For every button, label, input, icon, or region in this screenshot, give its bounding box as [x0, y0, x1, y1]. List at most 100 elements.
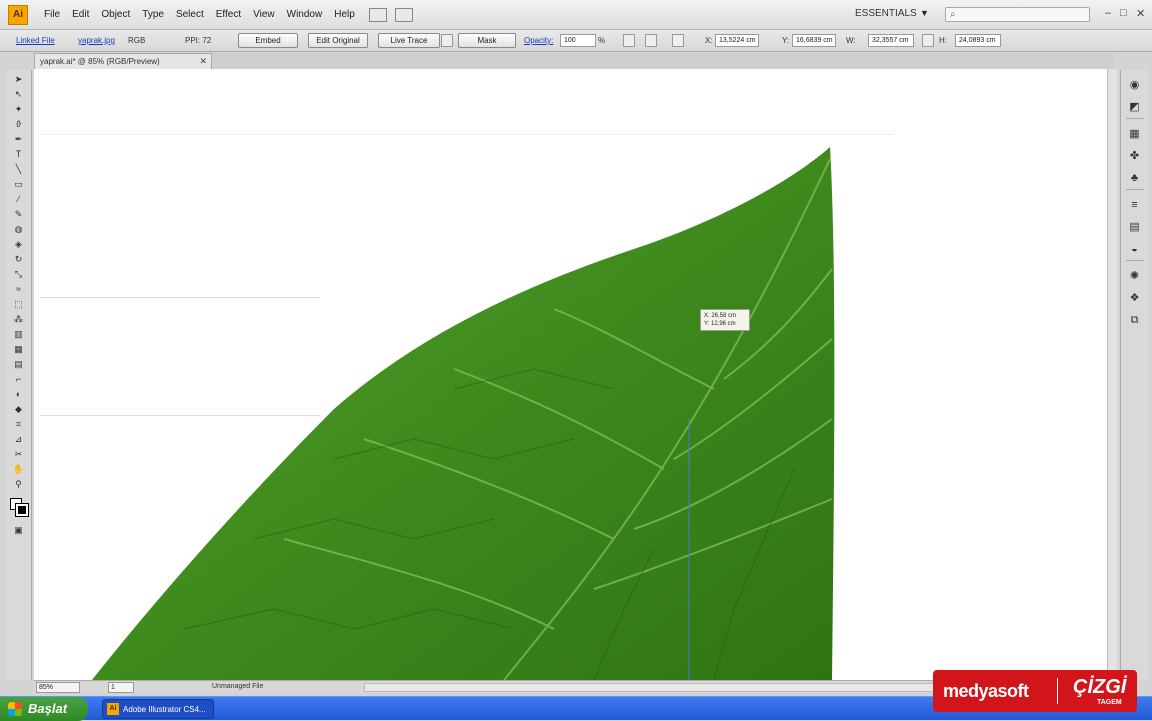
- vertical-scrollbar[interactable]: [1107, 69, 1117, 680]
- align-icon[interactable]: [623, 34, 635, 47]
- chevron-down-icon[interactable]: ▼: [920, 8, 929, 18]
- document-tab[interactable]: yaprak.ai* @ 85% (RGB/Preview) ✕: [34, 53, 212, 69]
- panel-dock: ◉ ◩ ▦ ✤ ♣ ≡ ▤ ◒ ✺ ❖ ⧉: [1120, 70, 1148, 680]
- symbol-sprayer-icon[interactable]: ⁂: [12, 313, 26, 325]
- reference-point-icon[interactable]: [645, 34, 657, 47]
- minimize-icon[interactable]: –: [1105, 7, 1111, 19]
- opacity-label[interactable]: Opacity:: [524, 36, 553, 45]
- pencil-icon[interactable]: ✎: [12, 208, 26, 220]
- close-icon[interactable]: ✕: [1136, 7, 1145, 20]
- line-icon[interactable]: ╲: [12, 163, 26, 175]
- slice-icon[interactable]: ⊿: [12, 433, 26, 445]
- x-label: X:: [705, 36, 713, 45]
- linked-file-link[interactable]: Linked File: [16, 36, 55, 45]
- y-input[interactable]: 16,6839 cm: [792, 34, 836, 47]
- y-label: Y:: [782, 36, 790, 45]
- windows-logo-icon: [8, 702, 22, 716]
- swatches-icon[interactable]: ▦: [1128, 127, 1142, 141]
- coordinate-tooltip: X: 26,58 cm Y: 12,96 cm: [700, 309, 750, 331]
- h-label: H:: [939, 36, 947, 45]
- watermark-divider: [1057, 678, 1058, 704]
- zoom-select[interactable]: 85%: [36, 682, 80, 693]
- taskbar-item-illustrator[interactable]: Ai Adobe Illustrator CS4...: [102, 699, 214, 719]
- stroke-icon[interactable]: ≡: [1128, 198, 1142, 212]
- color-guide-icon[interactable]: ◩: [1128, 100, 1142, 114]
- menu-help[interactable]: Help: [328, 9, 361, 20]
- screen-mode-icon[interactable]: ▣: [12, 524, 26, 536]
- layers-icon[interactable]: ⧉: [1128, 313, 1142, 327]
- tracing-presets-icon[interactable]: [441, 34, 453, 47]
- watermark-brand: medyasoft: [943, 681, 1029, 701]
- zoom-icon[interactable]: ⚲: [12, 478, 26, 490]
- watermark-logo: medyasoft ÇİZGİ TAGEM: [933, 670, 1137, 712]
- menu-file[interactable]: File: [38, 9, 66, 20]
- menu-type[interactable]: Type: [136, 9, 170, 20]
- transparency-icon[interactable]: ◒: [1128, 242, 1142, 256]
- blend-icon[interactable]: ◐: [12, 388, 26, 400]
- menu-effect[interactable]: Effect: [210, 9, 247, 20]
- graph-icon[interactable]: ▥: [12, 328, 26, 340]
- paintbrush-icon[interactable]: ⁄: [12, 193, 26, 205]
- crop-icon[interactable]: ⌗: [12, 418, 26, 430]
- arrange-documents-icon[interactable]: [394, 7, 413, 22]
- symbols-icon[interactable]: ♣: [1128, 171, 1142, 185]
- selection-icon[interactable]: ➤: [12, 73, 26, 85]
- watermark-logo-text: ÇİZGİ: [1073, 676, 1127, 698]
- menu-object[interactable]: Object: [95, 9, 136, 20]
- eraser-icon[interactable]: ◈: [12, 238, 26, 250]
- start-button[interactable]: Başlat: [0, 697, 88, 721]
- workspace-switcher[interactable]: ESSENTIALS: [855, 8, 917, 19]
- lasso-icon[interactable]: ϑ: [12, 118, 26, 130]
- fill-stroke-swatches[interactable]: [8, 496, 30, 518]
- bridge-icon[interactable]: [368, 7, 387, 22]
- rectangle-icon[interactable]: ▭: [12, 178, 26, 190]
- maximize-icon[interactable]: □: [1120, 7, 1127, 19]
- page-input[interactable]: 1: [108, 682, 134, 693]
- menu-window[interactable]: Window: [281, 9, 329, 20]
- appearance-icon[interactable]: ✺: [1128, 269, 1142, 283]
- warp-icon[interactable]: ≈: [12, 283, 26, 295]
- blob-brush-icon[interactable]: ◍: [12, 223, 26, 235]
- search-input[interactable]: ⌕: [945, 7, 1090, 22]
- hand-icon[interactable]: ✋: [12, 463, 26, 475]
- mask-button[interactable]: Mask: [458, 33, 516, 48]
- x-input[interactable]: 13,5224 cm: [715, 34, 759, 47]
- scale-icon[interactable]: ⤡: [12, 268, 26, 280]
- rotate-icon[interactable]: ↻: [12, 253, 26, 265]
- color-mode: RGB: [128, 36, 146, 45]
- menu-edit[interactable]: Edit: [66, 9, 95, 20]
- magic-wand-icon[interactable]: ✦: [12, 103, 26, 115]
- live-trace-button[interactable]: Live Trace: [378, 33, 440, 48]
- h-input[interactable]: 24,0893 cm: [955, 34, 1001, 47]
- status-info[interactable]: Unmanaged File: [212, 683, 263, 690]
- file-name-link[interactable]: yaprak.jpg: [78, 36, 115, 45]
- color-icon[interactable]: ◉: [1128, 78, 1142, 92]
- graphic-styles-icon[interactable]: ❖: [1128, 291, 1142, 305]
- transform-icon[interactable]: [672, 34, 684, 47]
- canvas[interactable]: X: 26,58 cm Y: 12,96 cm: [34, 69, 1114, 680]
- edit-original-button[interactable]: Edit Original: [308, 33, 368, 48]
- eyedropper-icon[interactable]: ⌐: [12, 373, 26, 385]
- menu-view[interactable]: View: [247, 9, 281, 20]
- pen-icon[interactable]: ✒: [12, 133, 26, 145]
- live-paint-icon[interactable]: ◆: [12, 403, 26, 415]
- menu-select[interactable]: Select: [170, 9, 210, 20]
- opacity-input[interactable]: 100: [560, 34, 596, 47]
- w-input[interactable]: 32,3557 cm: [868, 34, 914, 47]
- mesh-icon[interactable]: ▦: [12, 343, 26, 355]
- w-label: W:: [846, 36, 856, 45]
- direct-selection-icon[interactable]: ↖: [12, 88, 26, 100]
- embed-button[interactable]: Embed: [238, 33, 298, 48]
- brushes-icon[interactable]: ✤: [1128, 149, 1142, 163]
- gradient-icon[interactable]: ▤: [12, 358, 26, 370]
- free-transform-icon[interactable]: ⬚: [12, 298, 26, 310]
- close-tab-icon[interactable]: ✕: [199, 56, 207, 67]
- type-icon[interactable]: T: [12, 148, 26, 160]
- scissors-icon[interactable]: ✂: [12, 448, 26, 460]
- gradient-icon[interactable]: ▤: [1128, 220, 1142, 234]
- panel-divider: [1125, 260, 1144, 261]
- search-icon: ⌕: [950, 9, 956, 20]
- stroke-swatch[interactable]: [14, 503, 29, 517]
- constrain-proportions-icon[interactable]: [922, 34, 934, 47]
- leaf-image[interactable]: [34, 69, 1114, 680]
